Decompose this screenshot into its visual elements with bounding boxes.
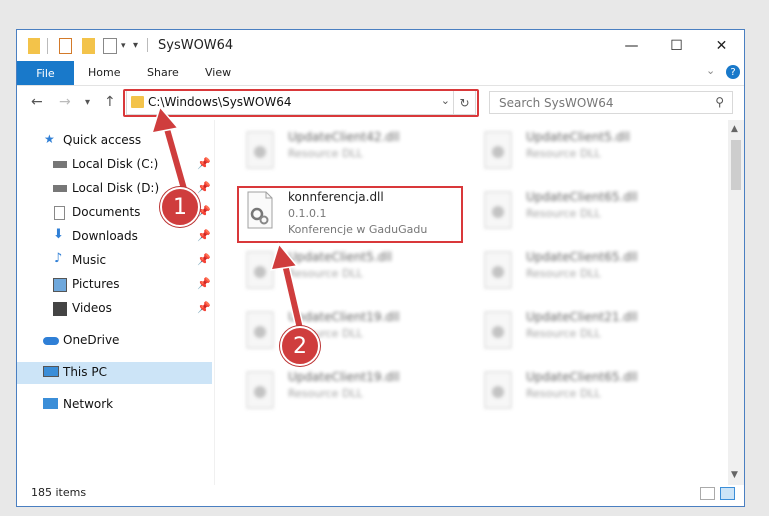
forward-button[interactable]: → xyxy=(59,94,71,110)
dll-file-icon xyxy=(246,371,274,409)
dll-file-icon xyxy=(246,251,274,289)
navigation-pane: ★ Quick access Local Disk (C:) 📌 Local D… xyxy=(17,120,213,485)
list-item[interactable]: UpdateClient19.dll Resource DLL xyxy=(238,306,468,364)
maximize-button[interactable]: ☐ xyxy=(654,30,699,61)
dll-file-icon xyxy=(246,131,274,169)
pin-icon[interactable]: 📌 xyxy=(197,253,211,266)
computer-icon xyxy=(43,366,59,377)
navigation-bar: ← → ▾ ↑ C:\Windows\SysWOW64 ⌄ ↻ Search S… xyxy=(17,86,744,118)
list-item[interactable]: UpdateClient65.dll Resource DLL xyxy=(476,246,706,304)
title-divider xyxy=(147,38,148,52)
drive-icon xyxy=(53,185,67,192)
chevron-down-icon[interactable]: ▾ xyxy=(121,41,126,57)
list-item[interactable]: UpdateClient19.dll Resource DLL xyxy=(238,366,468,424)
dll-file-icon xyxy=(246,311,274,349)
scroll-thumb[interactable] xyxy=(731,140,741,190)
list-item[interactable]: UpdateClient65.dll Resource DLL xyxy=(476,186,706,244)
back-button[interactable]: ← xyxy=(31,94,43,110)
tiles-view-icon[interactable] xyxy=(720,487,735,500)
title-bar: ▾ ▾ SysWOW64 — ☐ ✕ xyxy=(17,30,744,61)
sidebar-item-downloads[interactable]: ⬇ Downloads 📌 xyxy=(17,226,212,248)
sidebar-item-this-pc[interactable]: This PC xyxy=(17,362,212,384)
sidebar-item-local-disk-c[interactable]: Local Disk (C:) 📌 xyxy=(17,154,212,176)
tab-view[interactable]: View xyxy=(205,66,231,79)
drive-icon xyxy=(53,161,67,168)
ribbon: File Home Share View ⌄ ? xyxy=(17,61,744,86)
pin-icon[interactable]: 📌 xyxy=(197,181,211,194)
list-item[interactable]: UpdateClient5.dll Resource DLL xyxy=(476,126,706,184)
list-item[interactable]: UpdateClient65.dll Resource DLL xyxy=(476,366,706,424)
tab-share[interactable]: Share xyxy=(147,66,179,79)
search-icon[interactable]: ⚲ xyxy=(715,95,724,109)
tab-file[interactable]: File xyxy=(17,61,74,85)
properties-icon[interactable] xyxy=(59,38,72,54)
dll-file-icon xyxy=(484,311,512,349)
dll-file-icon xyxy=(484,371,512,409)
dll-file-icon xyxy=(484,251,512,289)
pin-icon[interactable]: 📌 xyxy=(197,301,211,314)
sidebar-item-onedrive[interactable]: OneDrive xyxy=(17,330,212,352)
sidebar-item-quick-access[interactable]: ★ Quick access xyxy=(17,130,212,152)
list-item[interactable]: UpdateClient42.dll Resource DLL xyxy=(238,126,468,184)
sidebar-item-pictures[interactable]: Pictures 📌 xyxy=(17,274,212,296)
close-button[interactable]: ✕ xyxy=(699,30,744,61)
divider xyxy=(47,38,48,54)
file-list: UpdateClient42.dll Resource DLL konnfere… xyxy=(215,120,725,485)
download-icon: ⬇ xyxy=(53,227,64,242)
quick-access-dropdown-icon[interactable]: ▾ xyxy=(133,40,138,56)
file-highlight-box xyxy=(237,186,463,243)
list-item[interactable]: UpdateClient21.dll Resource DLL xyxy=(476,306,706,364)
pin-icon[interactable]: 📌 xyxy=(197,229,211,242)
cloud-icon xyxy=(43,337,59,345)
vertical-scrollbar[interactable]: ▲ ▼ xyxy=(728,120,744,485)
documents-icon xyxy=(54,206,65,220)
music-icon: ♪ xyxy=(54,251,63,266)
pictures-icon xyxy=(53,278,67,292)
dll-file-icon xyxy=(484,131,512,169)
help-icon[interactable]: ? xyxy=(726,65,740,79)
address-highlight-box xyxy=(123,89,479,117)
dll-file-icon xyxy=(484,191,512,229)
details-view-icon[interactable] xyxy=(700,487,715,500)
videos-icon xyxy=(53,302,67,316)
scroll-up-icon[interactable]: ▲ xyxy=(731,124,738,134)
item-count: 185 items xyxy=(31,486,87,499)
scroll-down-icon[interactable]: ▼ xyxy=(731,470,738,480)
sidebar-item-network[interactable]: Network xyxy=(17,394,212,416)
network-icon xyxy=(43,398,58,409)
pin-icon[interactable]: 📌 xyxy=(197,157,211,170)
folder-icon xyxy=(28,38,40,54)
list-item[interactable]: UpdateClient5.dll Resource DLL xyxy=(238,246,468,304)
sidebar-item-videos[interactable]: Videos 📌 xyxy=(17,298,212,320)
up-button[interactable]: ↑ xyxy=(104,94,116,110)
minimize-button[interactable]: — xyxy=(609,30,654,61)
pin-icon[interactable]: 📌 xyxy=(197,277,211,290)
window-title: SysWOW64 xyxy=(158,38,234,53)
callout-2: 2 xyxy=(280,326,320,366)
sidebar-item-music[interactable]: ♪ Music 📌 xyxy=(17,250,212,272)
search-input[interactable]: Search SysWOW64 ⚲ xyxy=(489,91,733,114)
status-bar: 185 items xyxy=(17,485,744,506)
expand-ribbon-icon[interactable]: ⌄ xyxy=(706,64,715,77)
new-folder-icon[interactable] xyxy=(82,38,95,54)
explorer-window: ▾ ▾ SysWOW64 — ☐ ✕ File Home Share View … xyxy=(16,29,745,507)
recent-locations-icon[interactable]: ▾ xyxy=(85,97,90,108)
customize-toolbar-icon[interactable] xyxy=(103,38,117,54)
callout-1: 1 xyxy=(160,187,200,227)
star-icon: ★ xyxy=(44,132,55,146)
search-placeholder: Search SysWOW64 xyxy=(499,96,614,110)
tab-home[interactable]: Home xyxy=(88,66,120,79)
